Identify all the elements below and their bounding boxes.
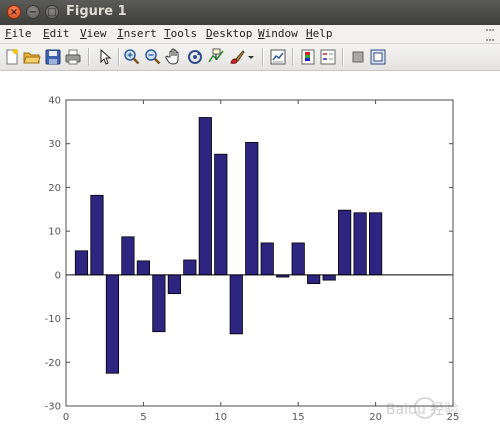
- close-window-button[interactable]: ×: [7, 5, 21, 19]
- menu-help[interactable]: Help: [306, 27, 333, 40]
- bar-7[interactable]: [167, 274, 181, 295]
- menu-tools[interactable]: Tools: [164, 27, 197, 40]
- menubar-grip-icon: [486, 29, 494, 41]
- colorbar-icon[interactable]: [299, 48, 317, 66]
- bar-4[interactable]: [121, 236, 135, 276]
- pan-hand-icon[interactable]: [165, 48, 183, 66]
- menu-view[interactable]: View: [80, 27, 107, 40]
- bar-1[interactable]: [74, 250, 89, 276]
- bar-16[interactable]: [307, 274, 321, 285]
- y-tick-label: -10: [45, 314, 61, 325]
- figure-canvas: -30 -20 -10 0 10 20 30 40 0 5 10 15 20 25 Baidu 经验: [0, 71, 500, 447]
- zoom-out-icon[interactable]: [144, 48, 162, 66]
- print-icon[interactable]: [64, 48, 82, 66]
- link-plot-icon[interactable]: [269, 48, 287, 66]
- y-tick-label: -20: [45, 358, 61, 369]
- menu-edit[interactable]: Edit: [43, 27, 70, 40]
- menu-bar: File Edit View Insert Tools Desktop Wind…: [0, 25, 500, 44]
- bar-2[interactable]: [90, 194, 104, 276]
- x-tick-label: 20: [369, 412, 382, 423]
- menu-file[interactable]: File: [5, 27, 32, 40]
- toolbar-separator: [342, 48, 344, 66]
- bar-18[interactable]: [338, 209, 352, 276]
- window-title: Figure 1: [66, 4, 127, 19]
- select-arrow-icon[interactable]: [96, 48, 114, 66]
- hide-plot-tools-icon[interactable]: [349, 48, 367, 66]
- bar-17[interactable]: [322, 274, 336, 281]
- y-tick-label: 30: [48, 139, 61, 150]
- new-file-icon[interactable]: [3, 48, 21, 66]
- bar-20[interactable]: [369, 212, 383, 276]
- bar-5[interactable]: [136, 260, 150, 276]
- y-tick-label: 0: [55, 270, 61, 281]
- bar-13[interactable]: [260, 242, 274, 276]
- bar-6[interactable]: [152, 274, 166, 333]
- y-tick-label: -30: [45, 402, 61, 413]
- brush-icon[interactable]: [228, 48, 246, 66]
- zoom-in-icon[interactable]: [123, 48, 141, 66]
- y-tick-label: 10: [48, 227, 61, 238]
- show-plot-tools-icon[interactable]: [369, 48, 387, 66]
- bar-8[interactable]: [183, 259, 197, 276]
- bar-9[interactable]: [198, 117, 212, 276]
- brush-dropdown-icon[interactable]: [246, 48, 256, 66]
- save-icon[interactable]: [44, 48, 62, 66]
- toolbar-separator: [292, 48, 294, 66]
- title-bar: × − □ Figure 1: [0, 0, 500, 25]
- bar-chart[interactable]: -30-20-10010203040 0 5 10 15 20 25 Baidu 经验: [0, 71, 500, 447]
- rotate-3d-icon[interactable]: [186, 48, 204, 66]
- legend-icon[interactable]: [319, 48, 337, 66]
- bar-15[interactable]: [291, 242, 305, 276]
- menu-insert[interactable]: Insert: [117, 27, 157, 40]
- bar-10[interactable]: [214, 153, 228, 276]
- bar-12[interactable]: [245, 142, 259, 276]
- toolbar-separator: [118, 48, 120, 66]
- bar-3[interactable]: [105, 274, 120, 374]
- x-tick-label: 5: [140, 412, 146, 423]
- y-tick-label: 20: [48, 183, 61, 194]
- bar-19[interactable]: [353, 212, 367, 276]
- watermark-text: Baidu 经验: [386, 402, 458, 418]
- toolbar-separator: [88, 48, 90, 66]
- y-tick-label: 40: [48, 96, 61, 107]
- data-cursor-icon[interactable]: [207, 48, 225, 66]
- minimize-window-button[interactable]: −: [26, 5, 40, 19]
- x-tick-label: 15: [292, 412, 305, 423]
- maximize-window-button[interactable]: □: [45, 5, 59, 19]
- open-folder-icon[interactable]: [23, 48, 41, 66]
- figure-toolbar: [0, 44, 500, 71]
- bar-11[interactable]: [229, 274, 243, 335]
- x-tick-label: 10: [214, 412, 227, 423]
- figure-window: × − □ Figure 1 File Edit View Insert Too…: [0, 0, 500, 447]
- x-tick-label: 0: [63, 412, 69, 423]
- toolbar-separator: [262, 48, 264, 66]
- menu-desktop[interactable]: Desktop: [206, 27, 252, 40]
- menu-window[interactable]: Window: [258, 27, 298, 40]
